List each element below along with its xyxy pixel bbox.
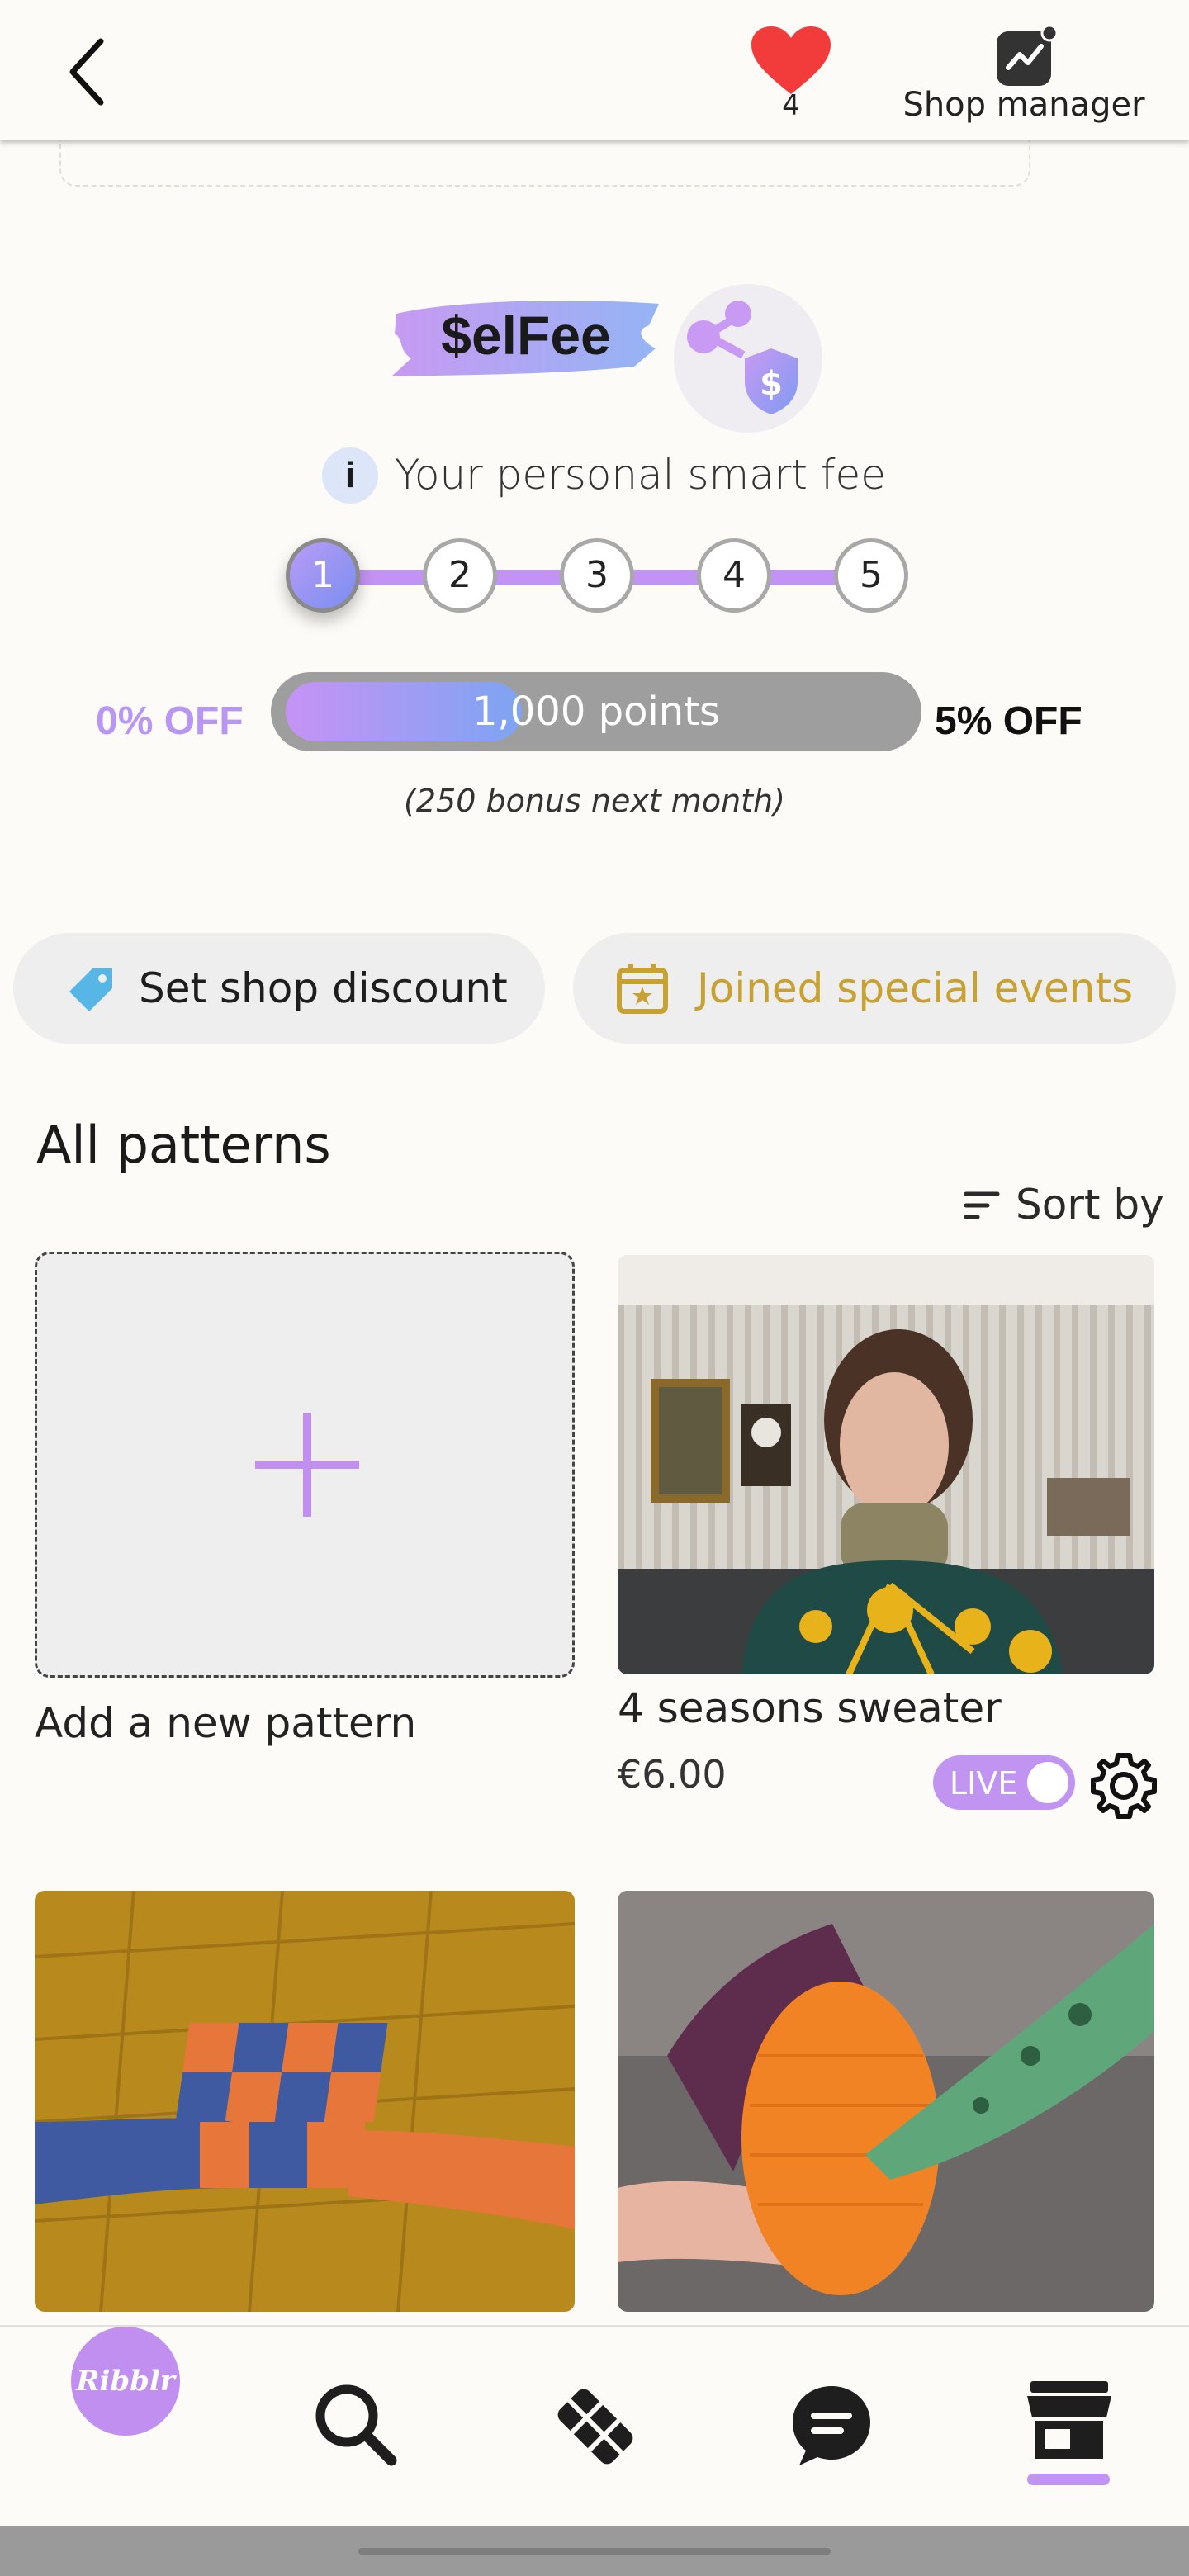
home-indicator[interactable] <box>358 2548 831 2555</box>
calendar-star-icon <box>617 964 668 1014</box>
svg-text:$: $ <box>760 365 783 403</box>
back-button[interactable] <box>66 35 116 109</box>
tag-icon <box>69 968 112 1011</box>
step-3[interactable]: 3 <box>560 538 634 613</box>
selfee-logo: $ <box>674 284 822 433</box>
analytics-icon <box>997 25 1058 86</box>
right-discount-label: 5% OFF <box>935 699 1082 743</box>
left-discount-label: 0% OFF <box>96 699 244 743</box>
gear-icon[interactable] <box>1087 1749 1161 1823</box>
pattern-price: €6.00 <box>618 1752 727 1797</box>
shop-manager-label: Shop manager <box>902 86 1145 124</box>
plus-icon <box>255 1413 359 1517</box>
joined-special-events-label: Joined special events <box>697 964 1134 1012</box>
patterns-icon[interactable] <box>550 2381 641 2472</box>
toggle-knob <box>1027 1762 1068 1803</box>
shop-manager-button[interactable]: Shop manager <box>888 25 1160 132</box>
chevron-left-icon <box>69 38 104 106</box>
points-progress-bar: 1,000 points <box>271 672 921 751</box>
selfee-brand-title: $elFee <box>441 305 611 366</box>
top-app-bar: 4 Shop manager <box>0 0 1189 140</box>
step-1[interactable]: 1 <box>286 538 360 613</box>
shop-icon[interactable] <box>1024 2376 1115 2467</box>
selfee-info-text: Your personal smart fee <box>395 451 887 499</box>
heart-icon <box>751 26 831 94</box>
add-pattern-label[interactable]: Add a new pattern <box>35 1699 416 1747</box>
selfee-steps: 1 2 3 4 5 <box>286 538 908 613</box>
sort-by-label: Sort by <box>1016 1181 1164 1229</box>
live-toggle[interactable]: LIVE <box>933 1755 1075 1810</box>
favorites-count: 4 <box>782 89 800 122</box>
chat-icon[interactable] <box>786 2379 877 2470</box>
bonus-note: (250 bonus next month) <box>404 783 785 819</box>
sort-icon <box>964 1191 1000 1219</box>
set-shop-discount-button[interactable]: Set shop discount <box>13 933 545 1044</box>
step-2[interactable]: 2 <box>423 538 497 613</box>
nav-home[interactable]: Ribblr <box>71 2327 180 2528</box>
pattern-photo-orange-crochet[interactable] <box>618 1891 1154 2312</box>
active-tab-indicator <box>1027 2474 1110 2485</box>
search-icon[interactable] <box>310 2379 401 2470</box>
step-5[interactable]: 5 <box>834 538 908 613</box>
share-money-icon: $ <box>687 301 798 414</box>
bottom-navigation: Ribblr <box>0 2325 1189 2526</box>
favorites-button[interactable]: 4 <box>750 25 832 124</box>
info-icon[interactable]: i <box>322 447 378 504</box>
orange-crochet-photo-image <box>618 1891 1154 2312</box>
step-4[interactable]: 4 <box>697 538 771 613</box>
section-title: All patterns <box>36 1115 331 1175</box>
points-label: 1,000 points <box>471 689 721 735</box>
system-navigation-bar <box>0 2526 1189 2576</box>
pattern-title[interactable]: 4 seasons sweater <box>618 1684 1002 1732</box>
joined-special-events-button[interactable]: Joined special events <box>573 933 1176 1044</box>
add-pattern-card[interactable] <box>35 1252 575 1678</box>
pattern-photo-sweater[interactable] <box>618 1255 1154 1674</box>
checkered-photo-image <box>35 1891 575 2312</box>
live-toggle-label: LIVE <box>950 1765 1018 1802</box>
sweater-photo-image <box>618 1255 1154 1674</box>
pattern-photo-checkered[interactable] <box>35 1891 575 2312</box>
set-shop-discount-label: Set shop discount <box>139 964 508 1012</box>
ribblr-logo: Ribblr <box>71 2327 180 2436</box>
